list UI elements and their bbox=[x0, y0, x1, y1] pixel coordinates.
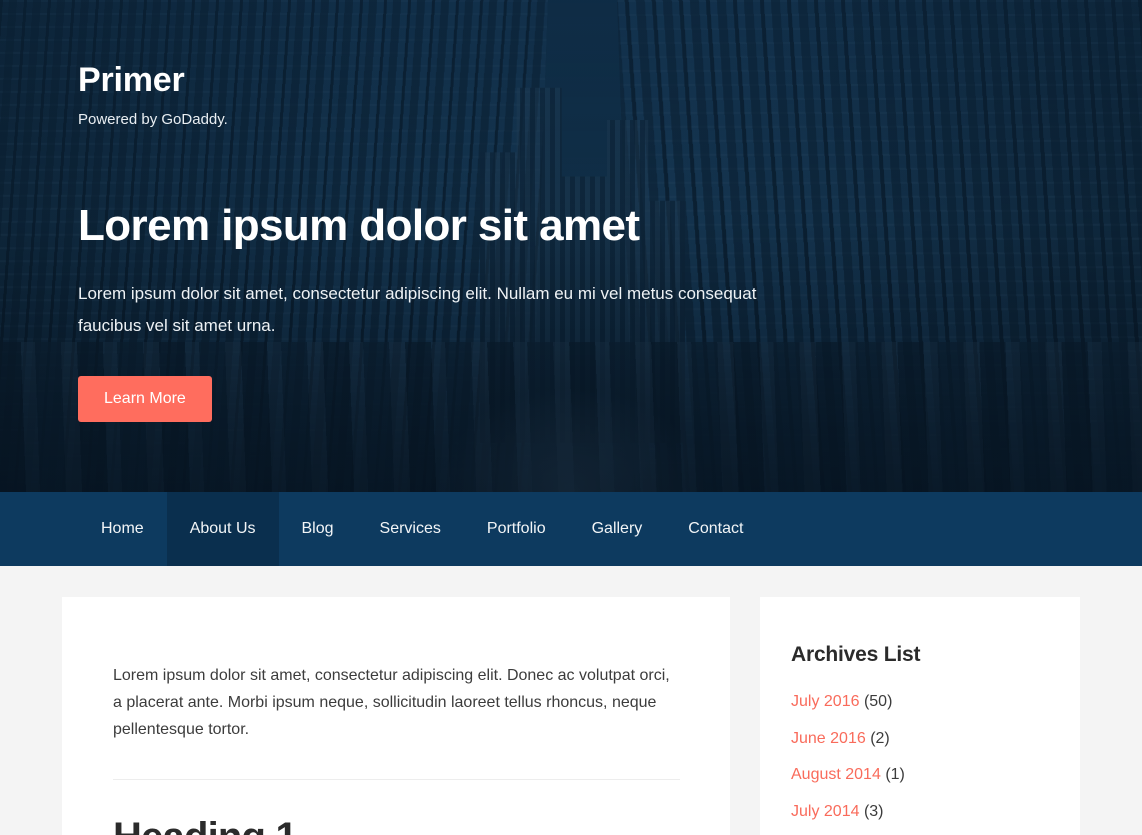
nav-item-about-us[interactable]: About Us bbox=[166, 492, 279, 566]
hero-content: Primer Powered by GoDaddy. Lorem ipsum d… bbox=[0, 0, 1142, 422]
site-tagline: Powered by GoDaddy. bbox=[78, 111, 228, 129]
archive-link[interactable]: June 2016 bbox=[791, 730, 866, 747]
archives-list: July 2016 (50) June 2016 (2) August 2014 (… bbox=[791, 689, 1050, 835]
hero-subheadline: Lorem ipsum dolor sit amet, consectetur … bbox=[78, 283, 757, 335]
hero-banner: Primer Powered by GoDaddy. Lorem ipsum d… bbox=[0, 0, 1142, 492]
archive-post-count: (50) bbox=[863, 693, 893, 710]
archive-link[interactable]: August 2014 bbox=[791, 766, 881, 783]
archive-post-count: (2) bbox=[870, 729, 890, 747]
nav-item-services[interactable]: Services bbox=[357, 492, 464, 566]
archive-link[interactable]: July 2016 bbox=[791, 693, 860, 710]
nav-item-portfolio[interactable]: Portfolio bbox=[464, 492, 569, 566]
archive-post-count: (3) bbox=[863, 802, 884, 820]
archive-link[interactable]: July 2014 bbox=[791, 803, 860, 820]
page-content: Lorem ipsum dolor sit amet, consectetur … bbox=[0, 566, 1142, 835]
hero-headline: Lorem ipsum dolor sit amet bbox=[78, 201, 640, 251]
main-content-card: Lorem ipsum dolor sit amet, consectetur … bbox=[62, 597, 730, 835]
archives-list-item: August 2014 (1) bbox=[791, 762, 1050, 788]
sidebar-card: Archives List July 2016 (50) June 2016 (2… bbox=[760, 597, 1080, 835]
archives-list-item: July 2016 (50) bbox=[791, 689, 1050, 715]
nav-item-contact[interactable]: Contact bbox=[665, 492, 766, 566]
archives-list-item: June 2016 (2) bbox=[791, 726, 1050, 752]
site-brand-title: Primer bbox=[78, 61, 185, 99]
archives-list-title: Archives List bbox=[791, 643, 921, 666]
nav-item-gallery[interactable]: Gallery bbox=[569, 492, 666, 566]
archives-list-item: July 2014 (3) bbox=[791, 799, 1050, 825]
nav-item-home[interactable]: Home bbox=[78, 492, 167, 566]
nav-item-blog[interactable]: Blog bbox=[279, 492, 357, 566]
archive-post-count: (1) bbox=[885, 766, 905, 784]
main-navigation: Home About Us Blog Services Portfolio Gallery… bbox=[0, 492, 1142, 566]
section-heading-1: Heading 1 bbox=[113, 816, 680, 835]
content-divider bbox=[113, 778, 680, 780]
learn-more-button[interactable]: Learn More bbox=[78, 376, 212, 422]
intro-paragraph: Lorem ipsum dolor sit amet, consectetur … bbox=[113, 667, 670, 738]
